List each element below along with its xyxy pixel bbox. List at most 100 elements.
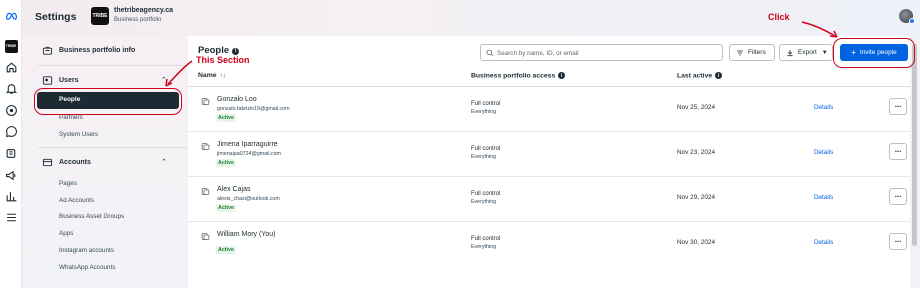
column-label: Business portfolio access: [471, 72, 556, 80]
access-level: Full control: [471, 101, 501, 107]
info-icon[interactable]: i: [232, 47, 240, 55]
sort-icon[interactable]: ↑↓: [220, 73, 226, 79]
sidebar-divider: [38, 147, 188, 148]
column-header-access: Business portfolio access i: [471, 72, 566, 80]
info-icon[interactable]: i: [558, 72, 566, 79]
status-badge: Active: [216, 114, 236, 122]
person-card-icon: [201, 143, 210, 150]
access-level: Full control: [471, 236, 501, 242]
more-icon[interactable]: ···: [889, 143, 907, 160]
person-name: William Mory (You): [217, 231, 276, 238]
access-scope: Everything: [471, 154, 497, 160]
status-badge: Active: [216, 204, 236, 212]
export-label: Export: [798, 49, 817, 56]
column-label: Last active: [677, 72, 713, 80]
status-badge: Active: [216, 159, 236, 167]
caret-down-icon: ▼: [821, 49, 828, 56]
sidebar-section-label: Accounts: [59, 158, 91, 166]
details-link[interactable]: Details: [814, 104, 833, 111]
business-name[interactable]: thetribeagency.ca: [114, 7, 173, 14]
business-logo: TRIBE: [91, 7, 109, 25]
person-name: Jimena Iparraguirre: [217, 141, 278, 148]
sidebar-item-label: Pages: [59, 179, 77, 187]
chevron-up-icon[interactable]: ⌃: [161, 158, 167, 166]
sidebar-item-whatsapp-accounts[interactable]: WhatsApp Accounts: [22, 259, 188, 275]
person-email: gonzalo.fabrizio19@gmail.com: [217, 106, 290, 112]
sidebar-item-label: Apps: [59, 229, 74, 237]
sidebar-item-portfolio-info[interactable]: Business portfolio info: [22, 42, 188, 58]
home-icon[interactable]: [3, 59, 19, 75]
access-level: Full control: [471, 191, 501, 197]
column-label: Name: [198, 72, 217, 79]
sidebar-section-users[interactable]: Users ⌃: [22, 72, 188, 88]
sidebar-item-label: Ad Accounts: [59, 196, 95, 204]
access-scope: Everything: [471, 199, 497, 205]
chat-icon[interactable]: [3, 123, 19, 139]
column-header-last-active: Last active i: [677, 72, 723, 80]
last-active-date: Nov 29, 2024: [677, 194, 716, 201]
download-icon: [787, 49, 793, 56]
chevron-up-icon[interactable]: ⌃: [161, 76, 167, 84]
more-icon[interactable]: ···: [889, 233, 907, 250]
sidebar-item-ad-accounts[interactable]: Ad Accounts: [22, 192, 188, 208]
megaphone-icon[interactable]: [3, 167, 19, 183]
person-card-icon: [201, 233, 210, 240]
table-row[interactable]: Jimena Iparraguirre jimenaipa0724@gmail.…: [188, 132, 910, 177]
table-row[interactable]: Gonzalo Loo gonzalo.fabrizio19@gmail.com…: [188, 87, 910, 132]
people-panel: Peoplei Filters Export ▼ + Invite people…: [188, 36, 910, 288]
business-subtitle: Business portfolio: [114, 17, 162, 23]
annotation-click: Click: [768, 12, 790, 22]
person-email: jimenaipa0724@gmail.com: [217, 151, 281, 157]
column-header-name[interactable]: Name ↑↓: [198, 72, 226, 79]
scrollbar-thumb[interactable]: [912, 44, 917, 246]
facebook-badge-icon: [909, 18, 915, 24]
search-input[interactable]: [497, 47, 717, 59]
sidebar-item-system-users[interactable]: System Users: [22, 126, 188, 142]
bell-icon[interactable]: [3, 80, 19, 96]
table-row[interactable]: Alex Cajas alexis_chasi@outlook.com Acti…: [188, 177, 910, 222]
filters-label: Filters: [748, 49, 766, 56]
more-icon[interactable]: ···: [889, 188, 907, 205]
details-link[interactable]: Details: [814, 194, 833, 201]
search-box[interactable]: [480, 44, 723, 61]
more-icon[interactable]: ···: [889, 98, 907, 115]
person-name: Gonzalo Loo: [217, 96, 257, 103]
pages-icon[interactable]: [3, 145, 19, 161]
person-email: alexis_chasi@outlook.com: [217, 196, 280, 202]
sidebar-item-label: Business Asset Groups: [59, 212, 125, 220]
access-scope: Everything: [471, 244, 497, 250]
annotation-this-section: This Section: [196, 55, 250, 65]
sidebar-item-instagram-accounts[interactable]: Instagram accounts: [22, 242, 188, 258]
sidebar-item-apps[interactable]: Apps: [22, 225, 188, 241]
filter-icon: [737, 50, 743, 55]
access-level: Full control: [471, 146, 501, 152]
sidebar-item-label: System Users: [59, 130, 99, 138]
sidebar-item-business-asset-groups[interactable]: Business Asset Groups: [22, 208, 188, 224]
annotation-oval-people: [34, 88, 182, 115]
last-active-date: Nov 30, 2024: [677, 239, 716, 246]
details-link[interactable]: Details: [814, 149, 833, 156]
sidebar-section-accounts[interactable]: Accounts ⌃: [22, 154, 188, 170]
sidebar-section-label: Users: [59, 76, 79, 84]
sidebar-item-pages[interactable]: Pages: [22, 175, 188, 191]
table-row[interactable]: William Mory (You) Active Full control E…: [188, 222, 910, 267]
details-link[interactable]: Details: [814, 239, 833, 246]
tribe-logo[interactable]: TRIBE: [3, 38, 19, 54]
menu-icon[interactable]: [3, 209, 19, 225]
meta-logo[interactable]: [3, 8, 19, 24]
sidebar-divider: [38, 65, 188, 66]
status-badge: Active: [216, 246, 236, 254]
person-name: Alex Cajas: [217, 186, 251, 193]
chart-icon[interactable]: [3, 188, 19, 204]
filters-button[interactable]: Filters: [729, 44, 775, 61]
compass-icon[interactable]: [3, 102, 19, 118]
person-card-icon: [201, 98, 210, 105]
export-button[interactable]: Export ▼: [779, 44, 833, 61]
last-active-date: Nov 23, 2024: [677, 149, 716, 156]
sidebar-item-label: Instagram accounts: [59, 246, 114, 254]
info-icon[interactable]: i: [715, 72, 723, 79]
last-active-date: Nov 25, 2024: [677, 104, 716, 111]
person-card-icon: [201, 188, 210, 195]
settings-sidebar: Business portfolio info Users ⌃ People P…: [22, 36, 188, 288]
sidebar-item-label: WhatsApp Accounts: [59, 263, 116, 271]
